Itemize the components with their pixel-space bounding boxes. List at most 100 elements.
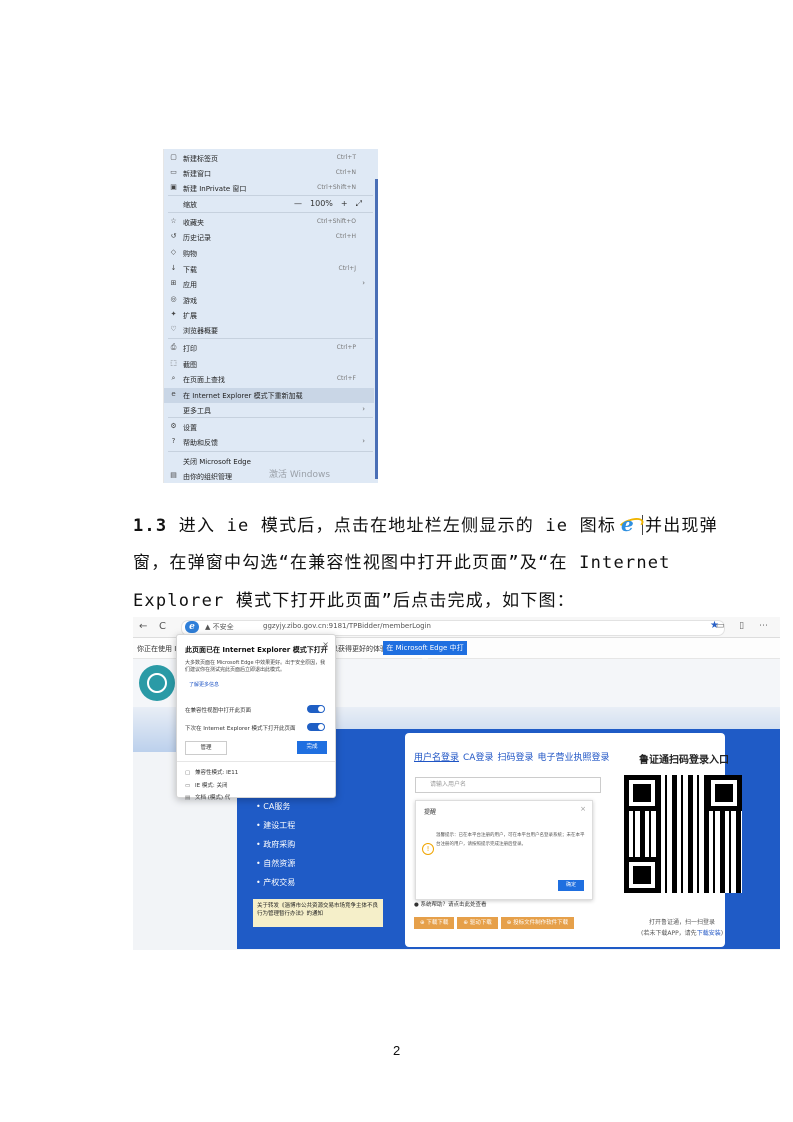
url-text[interactable]: ggzyjy.zibo.gov.cn:9181/TPBidder/memberL… bbox=[263, 622, 431, 630]
side-link[interactable]: • 政府采购 bbox=[256, 835, 295, 854]
find-icon: ⌕ bbox=[171, 374, 176, 382]
ie-next-time-toggle[interactable] bbox=[307, 723, 325, 731]
reminder-dialog: 提醒 × ! 温馨提示：已在本平台注册的用户，可在本平台用户名登录系统；未在本平… bbox=[415, 800, 593, 900]
menu-item-favorites[interactable]: ☆ 收藏夹 Ctrl+Shift+O bbox=[164, 215, 374, 230]
download-buttons: ⊕ 下载下载 ⊕ 驱动下载 ⊕ 投标文件制作软件下载 bbox=[414, 909, 577, 929]
menu-item-print[interactable]: ⎙ 打印 Ctrl+P bbox=[164, 341, 374, 356]
username-input[interactable]: 请输入用户名 bbox=[415, 777, 601, 793]
new-window-icon: ▭ bbox=[170, 168, 177, 176]
popup-close-icon[interactable]: × bbox=[322, 640, 329, 649]
login-tabs: 用户名登录 CA登录 扫码登录 电子营业执照登录 bbox=[414, 750, 614, 763]
menu-item-shortcut: Ctrl+Shift+O bbox=[316, 218, 356, 225]
reminder-close-icon[interactable]: × bbox=[580, 805, 586, 813]
menu-item-shortcut: Ctrl+T bbox=[336, 154, 356, 161]
open-in-edge-button[interactable]: 在 Microsoft Edge 中打开 bbox=[383, 641, 467, 666]
login-tab[interactable]: 电子营业执照登录 bbox=[537, 753, 609, 763]
screenshot-icon: ⬚ bbox=[170, 359, 177, 367]
download-button[interactable]: ⊕ 下载下载 bbox=[414, 917, 455, 929]
chevron-right-icon: › bbox=[362, 279, 365, 287]
games-icon: ◎ bbox=[170, 295, 177, 303]
compat-view-toggle[interactable] bbox=[307, 705, 325, 713]
menu-item-more-tools[interactable]: 更多工具 › bbox=[164, 403, 374, 418]
popup-description: 大多数页面在 Microsoft Edge 中效果更好。出于安全原因，我们建议你… bbox=[185, 660, 326, 673]
menu-item-label: 更多工具 bbox=[183, 407, 211, 415]
menu-item-new-window[interactable]: ▭ 新建窗口 Ctrl+N bbox=[164, 166, 374, 181]
site-logo bbox=[139, 665, 175, 701]
menu-item-label: 在页面上查找 bbox=[183, 376, 225, 384]
inprivate-icon: ▣ bbox=[170, 183, 177, 191]
menu-item-shortcut: Ctrl+Shift+N bbox=[317, 184, 356, 191]
menu-item-label: 由你的组织管理 bbox=[183, 473, 232, 481]
menu-item-label: 打印 bbox=[183, 345, 197, 353]
edge-menu-screenshot: ▢ 新建标签页 Ctrl+T ▭ 新建窗口 Ctrl+N ▣ 新建 InPrivate 窗口 C… bbox=[163, 149, 378, 483]
refresh-button[interactable]: C bbox=[159, 621, 166, 632]
toolbar-icons[interactable]: ▭ ▯ ⋯ bbox=[716, 621, 774, 631]
login-tab[interactable]: 扫码登录 bbox=[497, 753, 533, 763]
menu-item-screenshot[interactable]: ⬚ 截图 bbox=[164, 357, 374, 372]
popup-title: 此页面已在 Internet Explorer 模式下打开 bbox=[185, 646, 328, 654]
download-button[interactable]: ⊕ 投标文件制作软件下载 bbox=[500, 917, 575, 929]
menu-item-shopping[interactable]: ◇ 购物 bbox=[164, 246, 374, 261]
history-icon: ↺ bbox=[170, 232, 177, 240]
menu-item-label: 扩展 bbox=[183, 312, 197, 320]
ie-icon: e bbox=[616, 512, 646, 536]
login-tab[interactable]: CA登录 bbox=[463, 753, 493, 763]
menu-item-shortcut: Ctrl+F bbox=[336, 375, 356, 382]
compat-view-label: 在兼容性视图中打开此页面 bbox=[185, 708, 252, 714]
menu-item-inprivate[interactable]: ▣ 新建 InPrivate 窗口 Ctrl+Shift+N bbox=[164, 181, 374, 196]
paragraph-text-1b: 并出现弹 bbox=[645, 516, 718, 536]
manage-button[interactable]: 管理 bbox=[185, 741, 227, 755]
menu-item-label: 帮助和反馈 bbox=[183, 439, 218, 447]
menu-item-zoom[interactable]: 缩放 — 100% + ⤢ bbox=[164, 197, 374, 212]
ie-mode-popup-screenshot: ← C e ▲ 不安全 ggzyjy.zibo.gov.cn:9181/TPBi… bbox=[133, 617, 780, 950]
ie-next-time-label: 下次在 Internet Explorer 模式下打开此页面 bbox=[185, 726, 296, 732]
side-link[interactable]: • CA服务 bbox=[256, 797, 295, 816]
menu-item-apps[interactable]: ⊞ 应用 › bbox=[164, 277, 374, 292]
menu-item-download[interactable]: ↓ 下载 Ctrl+J bbox=[164, 262, 374, 277]
browser-essentials-icon: ♡ bbox=[170, 325, 177, 333]
doc-mode-info: ▤ 文档 (模式) 代 bbox=[185, 795, 231, 801]
menu-item-games[interactable]: ◎ 游戏 bbox=[164, 293, 374, 308]
menu-item-find[interactable]: ⌕ 在页面上查找 Ctrl+F bbox=[164, 372, 374, 387]
ie-mode-popup: 此页面已在 Internet Explorer 模式下打开 × 大多数页面在 M… bbox=[176, 634, 336, 801]
menu-item-history[interactable]: ↺ 历史记录 Ctrl+H bbox=[164, 230, 374, 245]
learn-more-link[interactable]: 了解更多信息 bbox=[189, 681, 219, 688]
side-link[interactable]: • 产权交易 bbox=[256, 873, 295, 892]
menu-item-shortcut: Ctrl+J bbox=[338, 265, 356, 272]
menu-item-label: 下载 bbox=[183, 266, 197, 274]
download-button[interactable]: ⊕ 驱动下载 bbox=[457, 917, 498, 929]
zoom-controls[interactable]: — 100% + ⤢ bbox=[286, 199, 362, 209]
apps-icon: ⊞ bbox=[170, 279, 177, 287]
menu-item-label: 浏览器概要 bbox=[183, 327, 218, 335]
menu-item-browser-essentials[interactable]: ♡ 浏览器概要 bbox=[164, 323, 374, 338]
menu-item-shortcut: Ctrl+P bbox=[336, 344, 356, 351]
help-hint[interactable]: ● 系统帮助？请点击此处查看 bbox=[414, 900, 487, 908]
ie-mode-icon[interactable]: e bbox=[185, 621, 199, 633]
zoom-minus[interactable]: — bbox=[294, 199, 302, 208]
menu-item-settings[interactable]: ⚙ 设置 bbox=[164, 420, 374, 435]
menu-item-new-tab[interactable]: ▢ 新建标签页 Ctrl+T bbox=[164, 151, 374, 166]
paragraph-text-1a: 进入 ie 模式后，点击在地址栏左侧显示的 ie 图标 bbox=[178, 516, 617, 536]
menu-scrollbar[interactable] bbox=[375, 179, 378, 479]
zoom-expand[interactable]: ⤢ bbox=[356, 199, 362, 208]
menu-item-extensions[interactable]: ✦ 扩展 bbox=[164, 308, 374, 323]
notice-banner[interactable]: 关于转发《淄博市公共资源交易市场竞争主体不良行为管理暂行办法》的通知 bbox=[253, 899, 383, 927]
back-button[interactable]: ← bbox=[139, 621, 147, 632]
ie-mode-icon: e bbox=[171, 390, 176, 398]
popup-divider bbox=[177, 761, 335, 762]
menu-item-help[interactable]: ? 帮助和反馈 › bbox=[164, 435, 374, 450]
side-link[interactable]: • 自然资源 bbox=[256, 854, 295, 873]
menu-item-ie-mode[interactable]: e 在 Internet Explorer 模式下重新加载 bbox=[164, 388, 374, 403]
zoom-value[interactable]: 100% bbox=[310, 199, 333, 208]
paragraph-line-1: 1.3 进入 ie 模式后，点击在地址栏左侧显示的 ie 图标 e 并出现弹 bbox=[133, 511, 718, 536]
menu-item-label: 新建窗口 bbox=[183, 170, 211, 178]
reminder-ok-button[interactable]: 确定 bbox=[558, 880, 584, 891]
zoom-plus[interactable]: + bbox=[341, 199, 348, 208]
side-link[interactable]: • 建设工程 bbox=[256, 816, 295, 835]
ie-small-icon: ▭ bbox=[185, 783, 191, 789]
login-tab[interactable]: 用户名登录 bbox=[414, 753, 459, 763]
paragraph-line-2: 窗，在弹窗中勾选“在兼容性视图中打开此页面”及“在 Internet bbox=[133, 553, 671, 573]
done-button[interactable]: 完成 bbox=[297, 741, 327, 754]
download-link[interactable]: 下载安装 bbox=[697, 930, 721, 937]
not-secure-label[interactable]: ▲ 不安全 bbox=[205, 622, 234, 632]
